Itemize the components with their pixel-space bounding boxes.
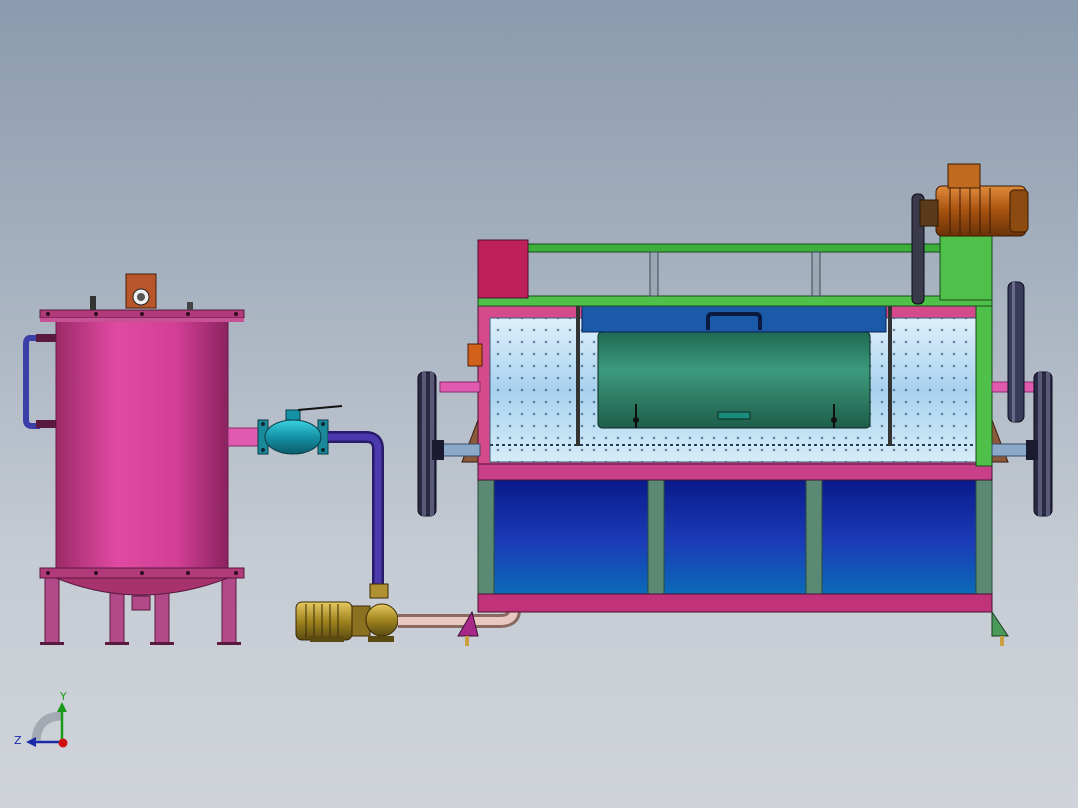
cad-viewport[interactable]: Y Z [0, 0, 1078, 808]
centrifugal-pump [295, 583, 399, 642]
ball-valve [257, 405, 343, 455]
storage-tank [23, 296, 245, 645]
gauge-box [125, 273, 157, 309]
assembly-drawing: Y Z [14, 163, 1053, 748]
y-axis-label: Y [59, 690, 67, 703]
z-axis-label: Z [14, 734, 22, 747]
suction-pipe [328, 431, 384, 590]
drive-motor [919, 163, 1029, 237]
view-orientation-triad[interactable] [26, 702, 68, 748]
drum-washer [417, 193, 1053, 646]
